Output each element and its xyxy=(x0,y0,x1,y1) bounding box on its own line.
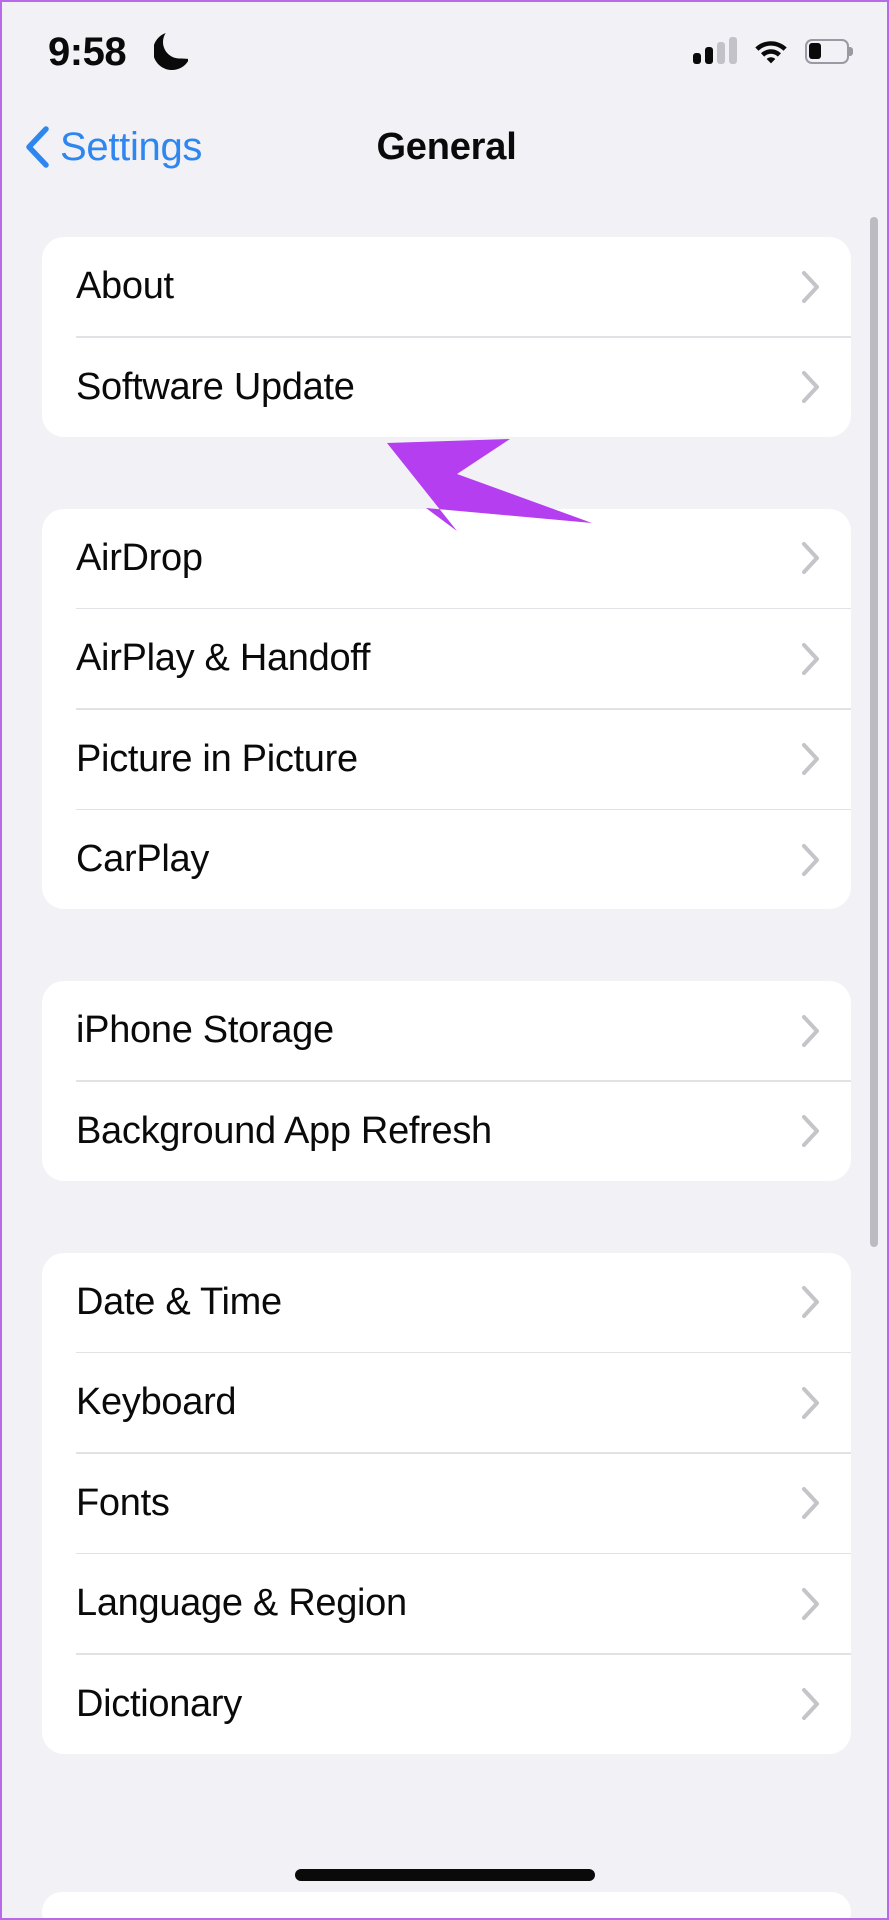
chevron-right-icon xyxy=(802,1386,819,1419)
phone-screen: 9:58 Settings General About Software Upd… xyxy=(0,0,889,1920)
home-indicator[interactable] xyxy=(294,1869,595,1881)
settings-row-language-region[interactable]: Language & Region xyxy=(42,1554,851,1653)
settings-row-about[interactable]: About xyxy=(42,237,851,336)
chevron-right-icon xyxy=(802,843,819,876)
chevron-right-icon xyxy=(802,1688,819,1720)
settings-row-date-time[interactable]: Date & Time xyxy=(42,1253,851,1352)
settings-row-label: Picture in Picture xyxy=(76,737,358,780)
settings-row-label: iPhone Storage xyxy=(76,1009,334,1051)
status-bar: 9:58 xyxy=(2,2,887,102)
settings-list: About Software Update AirDrop AirPlay & … xyxy=(2,192,887,1754)
settings-row-label: Background App Refresh xyxy=(76,1109,492,1152)
settings-row-label: AirPlay & Handoff xyxy=(76,637,371,679)
page-title: General xyxy=(376,125,517,168)
settings-row-airdrop[interactable]: AirDrop xyxy=(42,509,851,608)
settings-row-picture-in-picture[interactable]: Picture in Picture xyxy=(42,710,851,809)
settings-row-iphone-storage[interactable]: iPhone Storage xyxy=(42,981,851,1080)
status-bar-indicators xyxy=(693,34,853,68)
chevron-right-icon xyxy=(802,371,819,403)
chevron-right-icon xyxy=(802,1115,819,1147)
next-settings-group-peek xyxy=(42,1892,851,1918)
cellular-signal-icon xyxy=(693,37,737,64)
settings-group-localization: Date & Time Keyboard Fonts Language & Re… xyxy=(42,1252,851,1754)
navigation-bar: Settings General xyxy=(2,102,887,192)
settings-group-storage: iPhone Storage Background App Refresh xyxy=(42,981,851,1181)
settings-row-label: CarPlay xyxy=(76,838,210,880)
settings-row-label: Fonts xyxy=(76,1481,170,1524)
chevron-right-icon xyxy=(802,1014,819,1047)
chevron-right-icon xyxy=(802,1487,819,1519)
chevron-right-icon xyxy=(802,743,819,775)
settings-row-label: AirDrop xyxy=(76,536,203,579)
chevron-right-icon xyxy=(802,642,819,675)
settings-row-dictionary[interactable]: Dictionary xyxy=(42,1655,851,1754)
status-bar-time: 9:58 xyxy=(48,30,127,74)
wifi-icon xyxy=(755,41,787,64)
chevron-right-icon xyxy=(802,1286,819,1318)
chevron-right-icon xyxy=(802,270,819,303)
settings-row-background-app-refresh[interactable]: Background App Refresh xyxy=(42,1082,851,1181)
crescent-moon-icon xyxy=(154,33,188,70)
settings-row-carplay[interactable]: CarPlay xyxy=(42,810,851,909)
settings-row-keyboard[interactable]: Keyboard xyxy=(42,1353,851,1452)
settings-row-label: Language & Region xyxy=(76,1582,407,1624)
settings-row-label: About xyxy=(76,265,174,307)
chevron-right-icon xyxy=(802,1587,819,1620)
battery-low-icon xyxy=(805,38,853,64)
vertical-scrollbar[interactable] xyxy=(870,217,878,1247)
chevron-right-icon xyxy=(802,542,819,574)
settings-group-system: About Software Update xyxy=(42,237,851,437)
settings-row-label: Software Update xyxy=(76,365,355,408)
settings-row-label: Dictionary xyxy=(76,1682,242,1725)
settings-row-airplay-handoff[interactable]: AirPlay & Handoff xyxy=(42,609,851,708)
settings-group-connectivity: AirDrop AirPlay & Handoff Picture in Pic… xyxy=(42,508,851,909)
settings-row-software-update[interactable]: Software Update xyxy=(42,338,851,437)
settings-row-label: Date & Time xyxy=(76,1280,282,1323)
settings-row-label: Keyboard xyxy=(76,1381,237,1423)
settings-row-fonts[interactable]: Fonts xyxy=(42,1454,851,1553)
